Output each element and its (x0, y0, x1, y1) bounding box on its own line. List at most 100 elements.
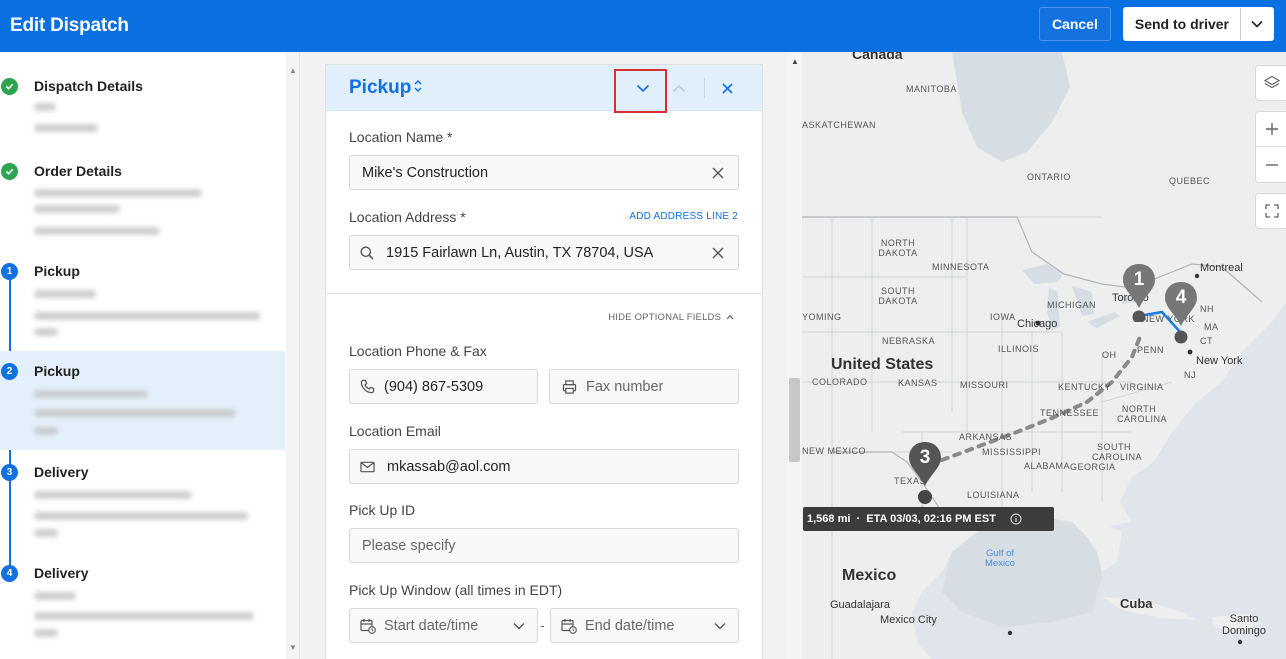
blurred-text (34, 409, 236, 417)
blurred-text (34, 512, 248, 520)
map-pin-1[interactable]: 1 (1120, 262, 1158, 327)
fullscreen-button[interactable] (1255, 193, 1286, 229)
blurred-text (34, 312, 260, 320)
check-icon (1, 78, 18, 95)
map-label: PENN (1137, 345, 1165, 355)
fax-field[interactable]: Fax number (549, 369, 739, 404)
map-label: MINNESOTA (932, 262, 990, 272)
start-datetime-field[interactable]: Start date/time (349, 608, 538, 643)
email-field[interactable]: mkassab@aol.com (349, 449, 739, 484)
fax-placeholder: Fax number (586, 378, 664, 395)
steps-sidebar: Dispatch Details Order Details 1 Pickup … (0, 52, 300, 659)
mail-icon (360, 461, 375, 472)
map-label: NEW MEXICO (802, 446, 867, 456)
step-title: Dispatch Details (34, 78, 143, 94)
map-label: Canada (852, 52, 903, 62)
map-label: NORTH DAKOTA (878, 238, 918, 258)
map-label-city: Guadalajara (830, 599, 890, 611)
info-icon[interactable] (1010, 513, 1022, 525)
location-address-field[interactable]: 1915 Fairlawn Ln, Austin, TX 78704, USA (349, 235, 739, 270)
minus-icon (1266, 163, 1278, 166)
blurred-text (34, 227, 160, 235)
step-number-badge: 3 (1, 464, 18, 481)
chevron-down-icon (714, 623, 726, 630)
route-map[interactable]: Canada MANITOBA ASKATCHEWAN ONTARIO QUEB… (802, 52, 1286, 659)
eta-text: 1,568 mi · ETA 03/03, 02:16 PM EST (807, 513, 996, 525)
map-pin-4[interactable]: 4 (1162, 280, 1200, 349)
page-title: Edit Dispatch (10, 15, 129, 36)
zoom-in-button[interactable] (1256, 112, 1286, 148)
fullscreen-icon (1265, 204, 1279, 218)
step-title: Order Details (34, 163, 122, 179)
step-pickup-1[interactable]: 1 Pickup (0, 256, 285, 346)
email-value: mkassab@aol.com (387, 458, 511, 475)
scroll-up-icon[interactable]: ▲ (791, 57, 799, 66)
zoom-control (1255, 111, 1286, 183)
send-options-dropdown[interactable] (1241, 8, 1273, 40)
form-scrollbar[interactable] (787, 52, 802, 659)
map-label: KANSAS (898, 378, 938, 388)
blurred-text (34, 290, 96, 298)
calendar-clock-icon (360, 618, 376, 634)
pickup-id-label: Pick Up ID (349, 502, 416, 518)
map-label: ARKANSAS (959, 432, 1013, 442)
step-order-details[interactable]: Order Details (0, 156, 285, 236)
map-label-country: United States (831, 356, 934, 373)
map-label-city: Montreal (1200, 262, 1243, 274)
phone-field[interactable]: (904) 867-5309 (349, 369, 538, 404)
location-name-field[interactable]: Mike's Construction (349, 155, 739, 190)
scroll-down-icon[interactable]: ▼ (289, 643, 297, 652)
map-label-city: New York (1196, 355, 1243, 367)
send-to-driver-button[interactable]: Send to driver (1124, 8, 1241, 40)
step-pickup-2[interactable]: 2 Pickup (0, 351, 285, 450)
blurred-text (34, 529, 58, 537)
step-delivery-3[interactable]: 3 Delivery (0, 458, 285, 550)
clear-icon[interactable] (712, 166, 724, 184)
blurred-text (34, 390, 148, 398)
add-address-line-link[interactable]: ADD ADDRESS LINE 2 (629, 211, 738, 222)
plus-icon (1266, 123, 1278, 135)
map-label: NH (1200, 304, 1214, 314)
pickup-id-field[interactable]: Please specify (349, 528, 739, 563)
location-address-label: Location Address * (349, 209, 466, 225)
search-icon (360, 246, 374, 260)
map-pin-3[interactable]: 3 (906, 440, 944, 511)
sidebar-scrollbar[interactable] (286, 52, 299, 659)
remove-stop-button[interactable] (714, 75, 740, 101)
move-up-button[interactable] (666, 75, 692, 101)
location-name-value: Mike's Construction (362, 164, 489, 181)
blurred-text (34, 328, 58, 336)
zoom-out-button[interactable] (1256, 147, 1286, 182)
map-label: TENNESSEE (1040, 408, 1100, 418)
chevron-up-icon (672, 84, 686, 92)
card-header: Pickup (326, 65, 762, 113)
map-label: KENTUCKY (1058, 382, 1112, 392)
step-dispatch-details[interactable]: Dispatch Details (0, 70, 285, 140)
form-scrollbar-thumb[interactable] (789, 378, 800, 462)
check-icon (1, 163, 18, 180)
start-datetime-placeholder: Start date/time (384, 617, 479, 634)
cancel-button[interactable]: Cancel (1038, 7, 1111, 41)
scroll-up-icon[interactable]: ▲ (289, 66, 297, 75)
map-label: COLORADO (812, 377, 868, 387)
step-title: Delivery (34, 565, 89, 581)
collapse-button[interactable] (630, 75, 656, 101)
end-datetime-field[interactable]: End date/time (550, 608, 739, 643)
blurred-text (34, 124, 98, 132)
email-label: Location Email (349, 423, 441, 439)
hide-optional-fields-toggle[interactable]: HIDE OPTIONAL FIELDS (608, 312, 734, 323)
map-layers-button[interactable] (1255, 65, 1286, 101)
step-delivery-4[interactable]: 4 Delivery (0, 559, 285, 659)
pin-number: 1 (1133, 269, 1145, 290)
blurred-text (34, 592, 76, 600)
map-label: IOWA (990, 312, 1016, 322)
sort-icon[interactable] (413, 79, 423, 98)
blurred-text (34, 103, 56, 111)
map-label: VIRGINIA (1120, 382, 1164, 392)
pickup-form-card: Pickup Location Name * Mike's Constructi… (325, 64, 763, 659)
send-to-driver-split-button: Send to driver (1122, 7, 1274, 41)
clear-icon[interactable] (712, 246, 724, 264)
phone-value: (904) 867-5309 (384, 378, 484, 395)
map-label: LOUISIANA (967, 490, 1020, 500)
pickup-window-label: Pick Up Window (all times in EDT) (349, 582, 563, 598)
